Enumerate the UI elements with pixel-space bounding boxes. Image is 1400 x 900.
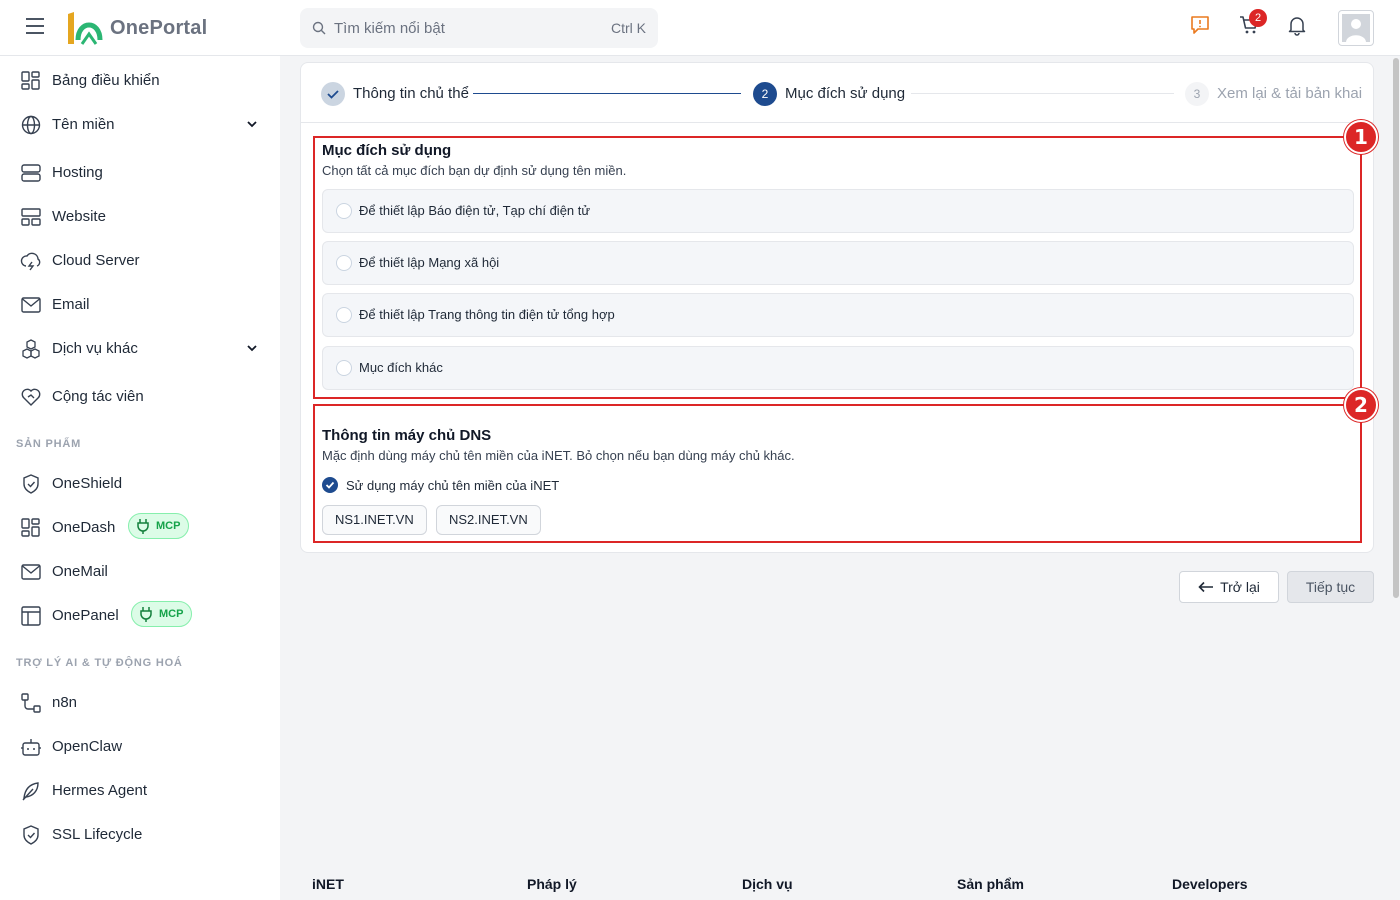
sidebar-item-onepanel[interactable]: OnePanel MCP (0, 595, 280, 635)
footer-column-products[interactable]: Sản phẩm (957, 876, 1024, 892)
mcp-badge: MCP (128, 513, 190, 539)
sidebar-item-ssl-lifecycle[interactable]: SSL Lifecycle (0, 814, 280, 854)
sidebar-item-dashboard[interactable]: Bảng điều khiển (0, 60, 280, 100)
sidebar-item-label: OneMail (52, 562, 108, 580)
back-button-label: Trở lại (1220, 579, 1260, 595)
footer-column-inet[interactable]: iNET (312, 876, 344, 892)
feather-icon (22, 782, 39, 801)
bot-icon (21, 739, 41, 756)
sidebar-item-label: Cloud Server (52, 251, 140, 269)
chevron-down-icon[interactable] (245, 341, 259, 355)
sidebar-item-label: OpenClaw (52, 737, 123, 755)
mcp-badge: MCP (131, 601, 193, 627)
sidebar-item-label: Hermes Agent (52, 781, 148, 799)
cart-count-badge: 2 (1249, 9, 1267, 27)
sidebar-item-onedash[interactable]: OneDash MCP (0, 507, 280, 547)
sidebar-item-label: n8n (52, 693, 78, 711)
search-bar[interactable]: Tìm kiếm nổi bật Ctrl K (300, 8, 658, 48)
cloud-lightning-icon (20, 252, 41, 271)
sidebar-item-oneshield[interactable]: OneShield (0, 463, 280, 503)
shield-check-icon (23, 474, 39, 494)
mcp-badge-label: MCP (159, 608, 184, 620)
annotation-marker-1: 1 (1344, 120, 1378, 154)
sidebar-item-label: Email (52, 295, 90, 313)
sidebar-item-label: Cộng tác viên (52, 387, 144, 405)
search-placeholder: Tìm kiếm nổi bật (334, 19, 445, 37)
search-icon (312, 21, 326, 35)
top-bar: OnePortal Tìm kiếm nổi bật Ctrl K 2 (0, 0, 1400, 56)
website-icon (21, 208, 41, 226)
annotation-box-1 (313, 136, 1362, 399)
avatar[interactable] (1338, 10, 1374, 46)
sidebar-item-hosting[interactable]: Hosting (0, 152, 280, 192)
back-button[interactable]: Trở lại (1179, 571, 1279, 603)
footer-column-developers[interactable]: Developers (1172, 876, 1247, 892)
sidebar-item-label: Hosting (52, 163, 103, 181)
step-2-label: Mục đích sử dụng (785, 85, 906, 102)
plug-icon (140, 607, 152, 622)
logo[interactable]: OnePortal (64, 10, 207, 46)
dashboard-icon (21, 71, 40, 90)
app-name: OnePortal (110, 16, 208, 39)
sidebar-item-website[interactable]: Website (0, 196, 280, 236)
continue-button[interactable]: Tiếp tục (1287, 571, 1374, 603)
sidebar-item-label: Tên miền (52, 115, 115, 133)
sidebar-item-label: SSL Lifecycle (52, 825, 143, 843)
workflow-icon (21, 693, 41, 713)
dashboard-icon (21, 518, 40, 537)
sidebar-item-label: Website (52, 207, 106, 225)
server-icon (21, 164, 41, 182)
sidebar-item-label: Dịch vụ khác (52, 339, 138, 357)
bell-icon[interactable] (1286, 14, 1308, 36)
shield-check-icon (23, 825, 39, 845)
sidebar-item-cloud-server[interactable]: Cloud Server (0, 240, 280, 280)
globe-icon (21, 115, 41, 135)
ai-section-title: TRỢ LÝ AI & TỰ ĐỘNG HOÁ (16, 657, 183, 669)
step-2-active[interactable]: 2 (753, 82, 777, 106)
sidebar-item-label: OnePanel (52, 606, 119, 624)
products-section-title: SẢN PHẨM (16, 438, 82, 450)
step-3-pending[interactable]: 3 (1185, 82, 1209, 106)
sidebar: Bảng điều khiển Tên miền Hosting Website… (0, 56, 280, 900)
step-connector-pending (911, 93, 1174, 94)
cubes-icon (22, 339, 40, 359)
check-icon (327, 90, 339, 99)
sidebar-item-domains[interactable]: Tên miền (0, 104, 280, 144)
annotation-marker-2: 2 (1344, 388, 1378, 422)
feedback-icon[interactable] (1189, 14, 1211, 36)
panel-icon (21, 606, 41, 626)
footer-column-legal[interactable]: Pháp lý (527, 876, 577, 892)
plug-icon (137, 519, 149, 534)
search-shortcut: Ctrl K (611, 20, 646, 36)
sidebar-item-onemail[interactable]: OneMail (0, 551, 280, 591)
sidebar-item-email[interactable]: Email (0, 284, 280, 324)
menu-icon[interactable] (26, 18, 48, 38)
sidebar-item-other-services[interactable]: Dịch vụ khác (0, 328, 280, 368)
mcp-badge-label: MCP (156, 520, 181, 532)
annotation-box-2 (313, 404, 1362, 543)
sidebar-item-label: Bảng điều khiển (52, 71, 160, 89)
step-connector-done (473, 93, 741, 94)
mail-icon (21, 564, 41, 580)
sidebar-item-label: OneDash (52, 518, 116, 536)
sidebar-item-hermes-agent[interactable]: Hermes Agent (0, 770, 280, 810)
step-3-label: Xem lại & tải bản khai (1217, 85, 1363, 102)
sidebar-item-label: OneShield (52, 474, 123, 492)
chevron-down-icon[interactable] (245, 117, 259, 131)
handshake-heart-icon (21, 388, 41, 406)
scrollbar[interactable] (1393, 58, 1399, 598)
step-1-done[interactable] (321, 82, 345, 106)
sidebar-item-openclaw[interactable]: OpenClaw (0, 726, 280, 766)
step-1-label: Thông tin chủ thể (353, 85, 469, 102)
footer-column-services[interactable]: Dịch vụ (742, 876, 793, 892)
sidebar-item-n8n[interactable]: n8n (0, 682, 280, 722)
sidebar-item-affiliate[interactable]: Cộng tác viên (0, 376, 280, 416)
oneportal-logo-icon (68, 12, 103, 45)
arrow-left-icon (1198, 581, 1214, 593)
stepper: Thông tin chủ thể 2 Mục đích sử dụng 3 X… (301, 63, 1373, 123)
mail-icon (21, 297, 41, 313)
user-icon (1342, 14, 1370, 42)
